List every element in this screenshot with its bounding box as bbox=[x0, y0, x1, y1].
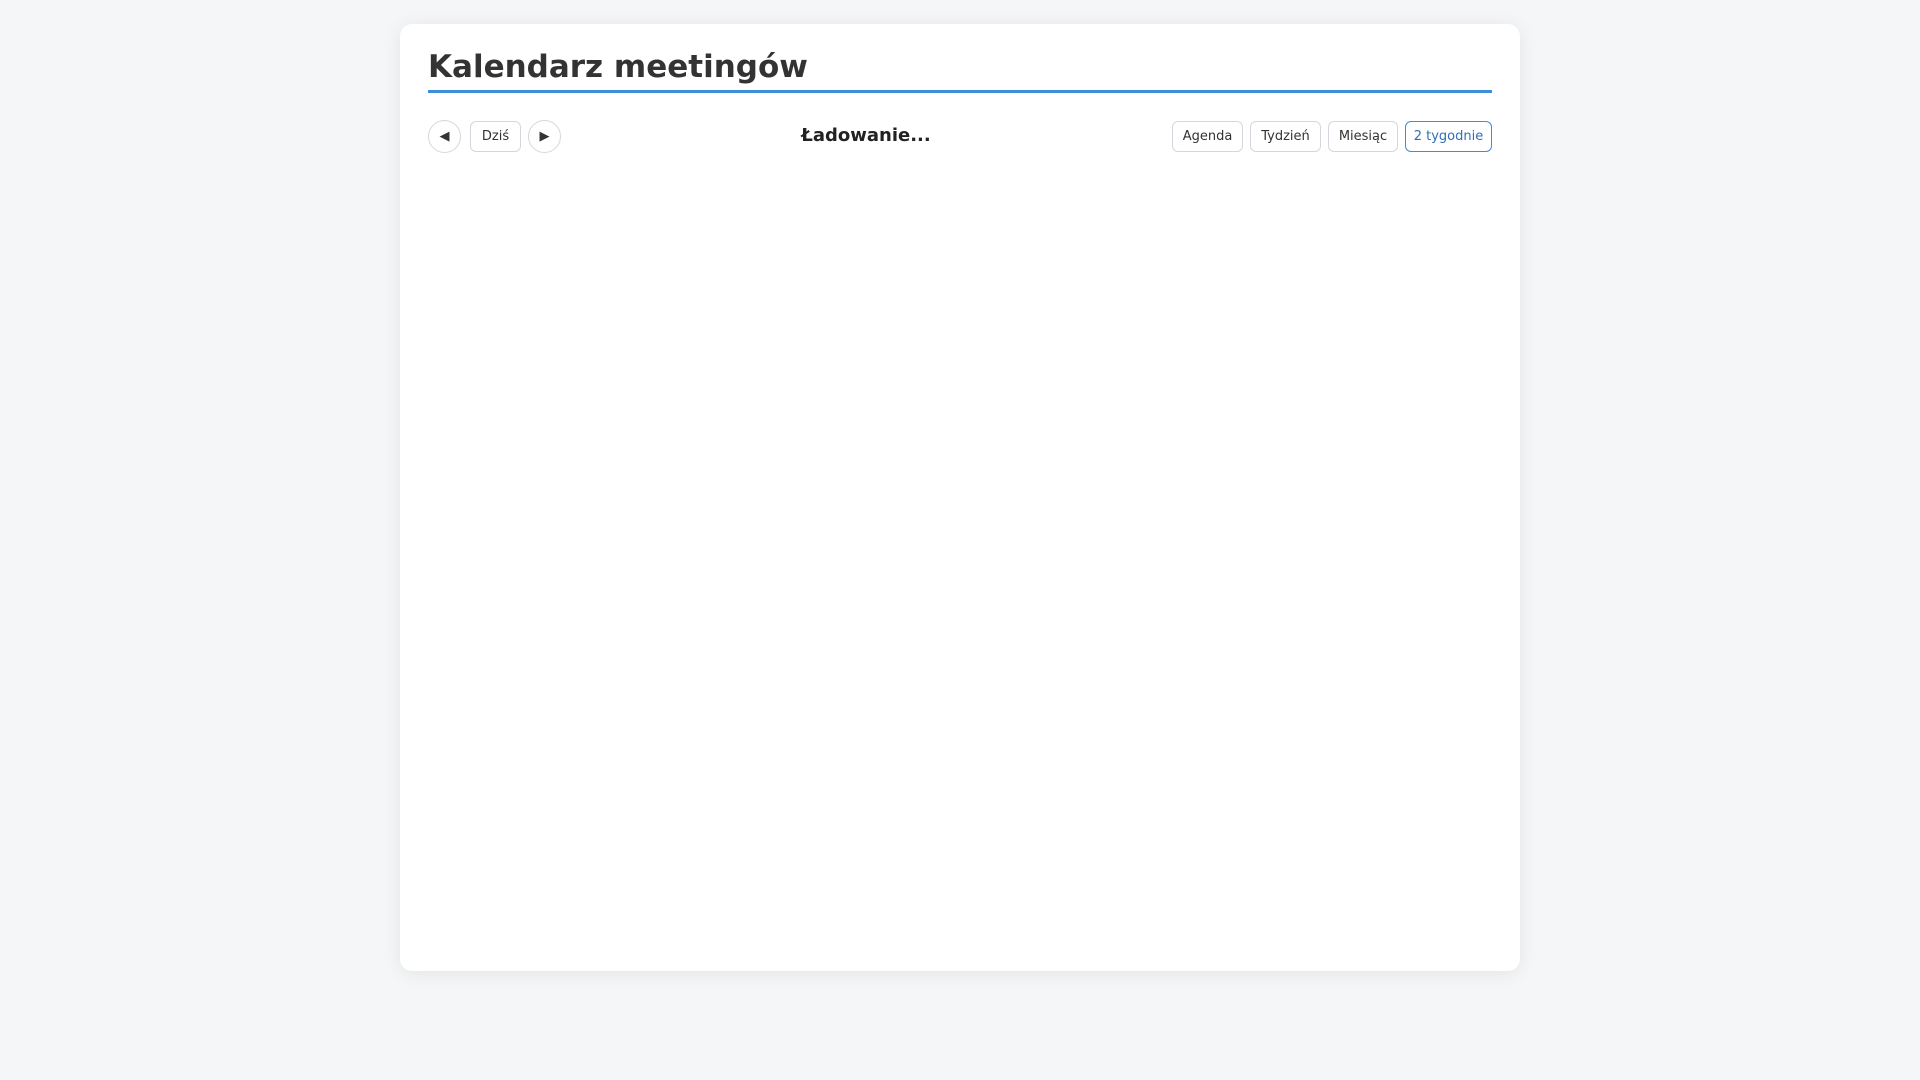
view-week-button[interactable]: Tydzień bbox=[1250, 121, 1321, 152]
view-two-weeks-button[interactable]: 2 tygodnie bbox=[1405, 121, 1492, 152]
view-month-button[interactable]: Miesiąc bbox=[1328, 121, 1398, 152]
calendar-card: Kalendarz meetingów ◀ Dziś ▶ Ładowanie..… bbox=[400, 24, 1520, 971]
page-title: Kalendarz meetingów bbox=[428, 49, 808, 85]
view-agenda-button[interactable]: Agenda bbox=[1172, 121, 1243, 152]
title-divider bbox=[428, 90, 1492, 93]
